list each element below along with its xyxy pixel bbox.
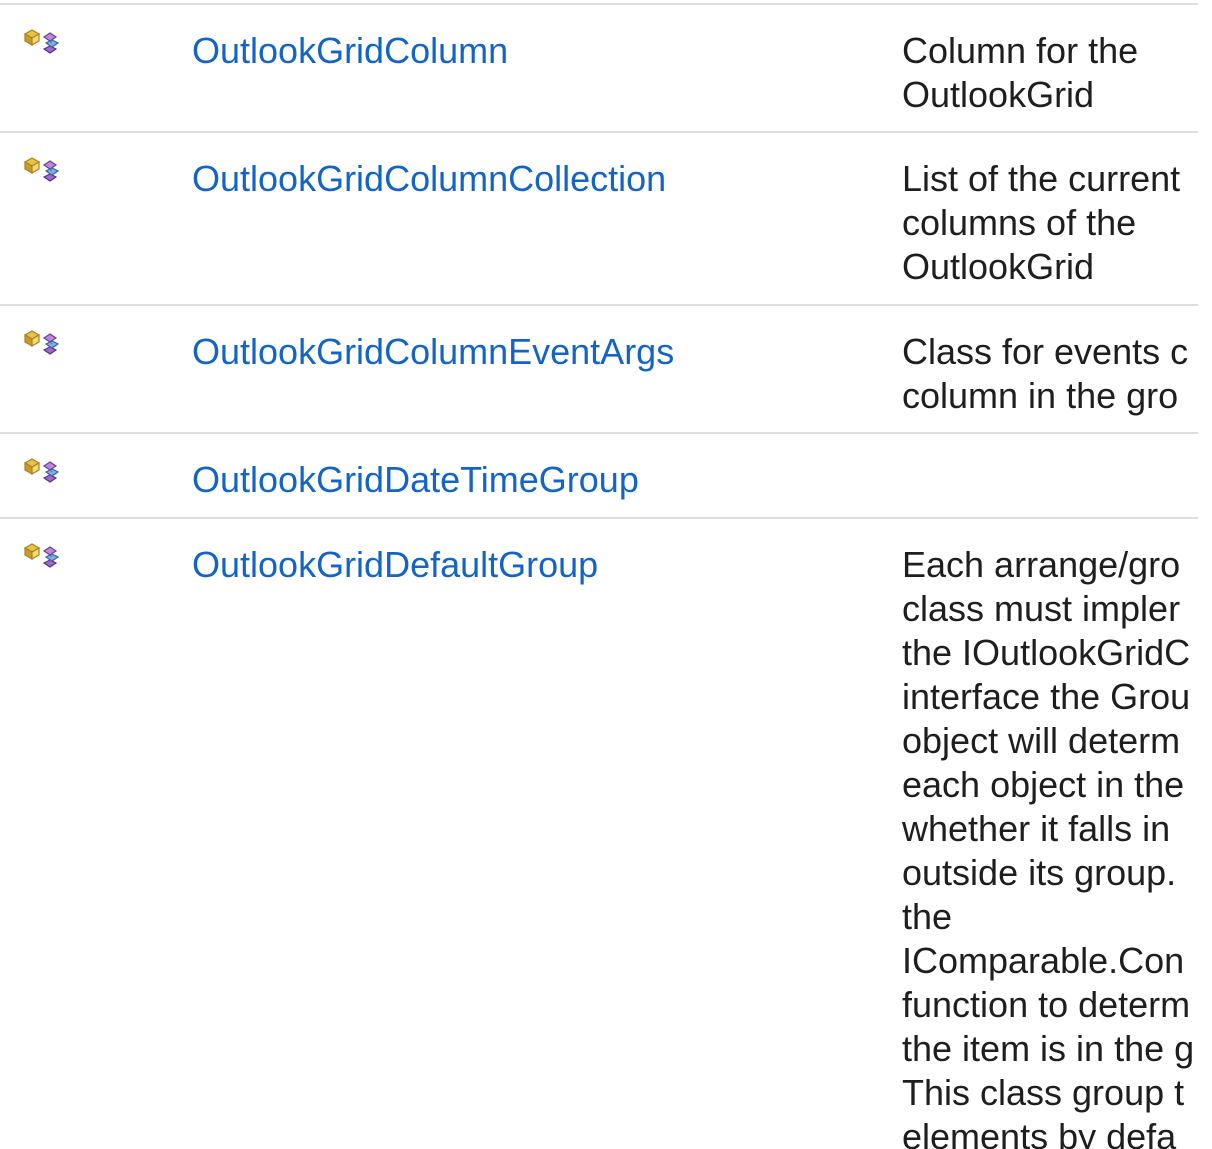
- description-line: interface the Grou: [902, 676, 1191, 717]
- description-line: OutlookGrid: [902, 246, 1095, 287]
- description-line: elements by defa: [902, 1116, 1177, 1149]
- public-class-icon: [23, 458, 60, 483]
- description-line: List of the current: [902, 158, 1181, 199]
- class-link-outlook-grid-column[interactable]: OutlookGridColumn: [192, 29, 508, 73]
- description-line: Class for events c: [902, 331, 1189, 372]
- description-line: the item is in the g: [902, 1028, 1195, 1069]
- description-line: IComparable.Con: [902, 940, 1185, 981]
- description-line: This class group t: [902, 1072, 1185, 1113]
- public-class-icon: [23, 29, 60, 54]
- public-class-icon: [23, 157, 60, 182]
- table-row: OutlookGridColumnCollection List of the …: [0, 133, 1198, 306]
- description-line: Each arrange/gro: [902, 544, 1181, 585]
- description-line: the IOutlookGridC: [902, 632, 1191, 673]
- description-line: Column for the: [902, 30, 1139, 71]
- description-line: outside its group.: [902, 852, 1177, 893]
- class-link-outlook-grid-column-event-args[interactable]: OutlookGridColumnEventArgs: [192, 330, 674, 374]
- description-line: each object in the: [902, 764, 1185, 805]
- description-line: class must impler: [902, 588, 1181, 629]
- class-link-outlook-grid-date-time-group[interactable]: OutlookGridDateTimeGroup: [192, 458, 639, 502]
- table-row: OutlookGridDefaultGroup Each arrange/gro…: [0, 519, 1198, 1149]
- members-table: OutlookGridColumn Column for the Outlook…: [0, 0, 1212, 1149]
- description-line: function to determ: [902, 984, 1191, 1025]
- class-description: Class for events c column in the gro: [902, 330, 1212, 418]
- public-class-icon: [23, 543, 60, 568]
- description-line: the: [902, 896, 953, 937]
- public-class-icon: [23, 330, 60, 355]
- description-line: object will determ: [902, 720, 1181, 761]
- class-description: Column for the OutlookGrid: [902, 29, 1212, 117]
- class-description: List of the current columns of the Outlo…: [902, 157, 1212, 289]
- table-row: OutlookGridColumnEventArgs Class for eve…: [0, 306, 1198, 434]
- description-line: whether it falls in: [902, 808, 1171, 849]
- class-description: Each arrange/gro class must impler the I…: [902, 543, 1212, 1149]
- class-link-outlook-grid-default-group[interactable]: OutlookGridDefaultGroup: [192, 543, 598, 587]
- table-row: OutlookGridDateTimeGroup: [0, 434, 1198, 519]
- table-row: OutlookGridColumn Column for the Outlook…: [0, 5, 1198, 133]
- class-link-outlook-grid-column-collection[interactable]: OutlookGridColumnCollection: [192, 157, 666, 201]
- description-line: OutlookGrid: [902, 74, 1095, 115]
- description-line: columns of the: [902, 202, 1137, 243]
- description-line: column in the gro: [902, 375, 1179, 416]
